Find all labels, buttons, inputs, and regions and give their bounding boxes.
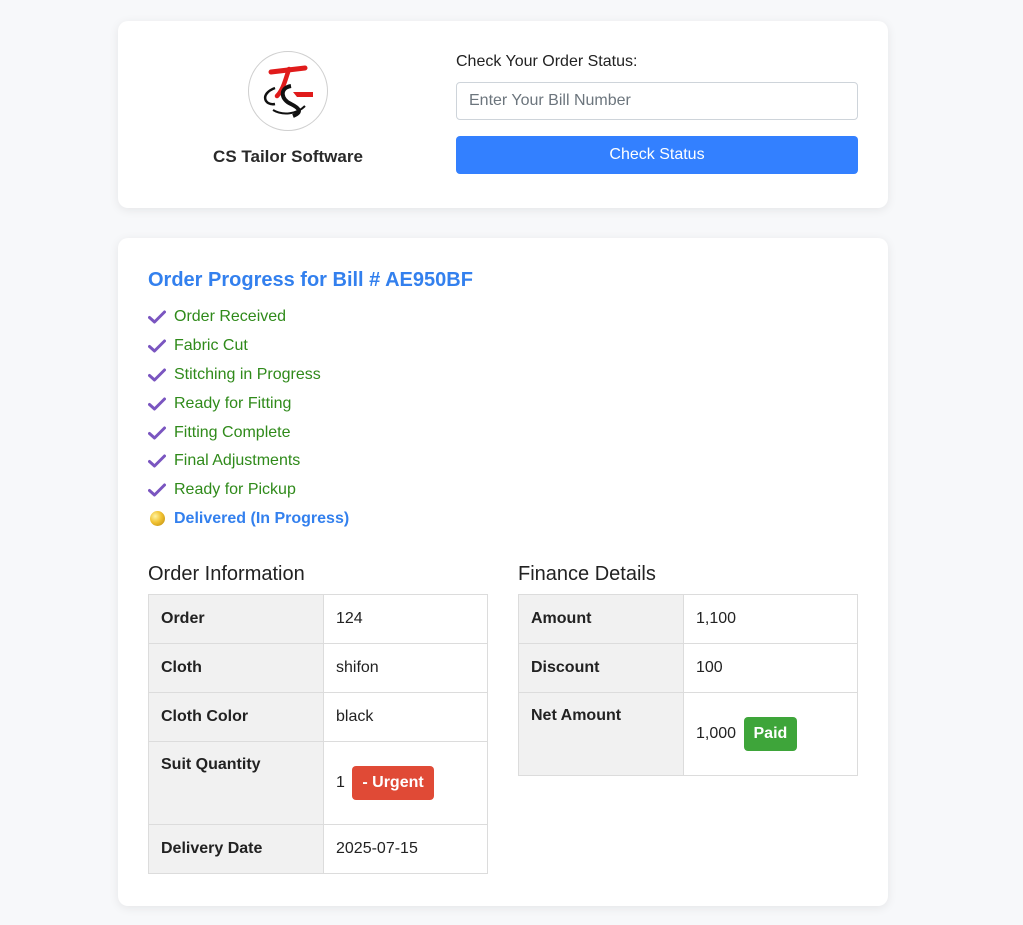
row-key: Cloth Color <box>148 692 324 742</box>
status-form: Check Your Order Status: Check Status <box>456 53 858 174</box>
table-row: Amount 1,100 <box>518 594 858 644</box>
paid-badge: Paid <box>743 717 798 751</box>
logo-icon <box>264 65 313 118</box>
row-value: 124 <box>323 594 488 644</box>
order-info-title: Order Information <box>148 563 305 585</box>
progress-step: Order Received <box>148 303 349 332</box>
row-value: 100 <box>683 643 858 693</box>
order-info-table: Order 124 Cloth shifon Cloth Color black… <box>148 594 488 874</box>
table-row: Delivery Date 2025-07-15 <box>148 824 488 874</box>
row-value: 1,000 <box>696 725 737 743</box>
progress-step: Final Adjustments <box>148 447 349 476</box>
progress-step-current: Delivered (In Progress) <box>148 505 349 534</box>
table-row: Net Amount 1,000 Paid <box>518 692 858 776</box>
row-value: black <box>323 692 488 742</box>
order-details-card: Order Progress for Bill # AE950BF Order … <box>118 238 888 906</box>
row-value: 1,100 <box>683 594 858 644</box>
checkmark-icon <box>148 426 174 440</box>
progress-list: Order Received Fabric Cut Stitching in P… <box>148 303 349 533</box>
row-value: shifon <box>323 643 488 693</box>
checkmark-icon <box>148 483 174 497</box>
status-label: Check Your Order Status: <box>456 53 638 70</box>
progress-step: Ready for Pickup <box>148 476 349 505</box>
brand-block: CS Tailor Software <box>208 51 368 167</box>
checkmark-icon <box>148 397 174 411</box>
row-key: Delivery Date <box>148 824 324 874</box>
progress-step: Ready for Fitting <box>148 389 349 418</box>
row-key: Cloth <box>148 643 324 693</box>
checkmark-icon <box>148 368 174 382</box>
progress-step-label: Final Adjustments <box>174 452 301 470</box>
row-key: Amount <box>518 594 684 644</box>
progress-step: Stitching in Progress <box>148 361 349 390</box>
table-row: Discount 100 <box>518 643 858 693</box>
row-value-cell: 1 - Urgent <box>323 741 488 825</box>
bill-number-input[interactable] <box>456 82 858 120</box>
progress-step-label: Ready for Fitting <box>174 394 292 412</box>
progress-title: Order Progress for Bill # AE950BF <box>148 269 473 291</box>
urgent-badge: - Urgent <box>352 766 434 800</box>
progress-step-label: Ready for Pickup <box>174 481 296 499</box>
finance-table: Amount 1,100 Discount 100 Net Amount 1,0… <box>518 594 858 776</box>
row-value: 2025-07-15 <box>323 824 488 874</box>
row-value-cell: 1,000 Paid <box>683 692 858 776</box>
progress-step-label: Stitching in Progress <box>174 365 321 383</box>
logo <box>248 51 328 131</box>
check-status-button[interactable]: Check Status <box>456 136 858 174</box>
row-key: Order <box>148 594 324 644</box>
row-value: 1 <box>336 774 345 792</box>
table-row: Cloth Color black <box>148 692 488 742</box>
status-check-card: CS Tailor Software Check Your Order Stat… <box>118 21 888 208</box>
checkmark-icon <box>148 454 174 468</box>
checkmark-icon <box>148 310 174 324</box>
brand-name: CS Tailor Software <box>213 147 363 166</box>
finance-title: Finance Details <box>518 563 656 585</box>
table-row: Order 124 <box>148 594 488 644</box>
progress-step-label: Fitting Complete <box>174 423 291 441</box>
progress-step-label: Order Received <box>174 308 287 326</box>
progress-step-label: Fabric Cut <box>174 337 248 355</box>
progress-step: Fitting Complete <box>148 418 349 447</box>
progress-step: Fabric Cut <box>148 332 349 361</box>
row-key: Discount <box>518 643 684 693</box>
progress-step-label: Delivered (In Progress) <box>174 509 350 527</box>
yellow-dot-icon <box>148 511 174 527</box>
checkmark-icon <box>148 339 174 353</box>
row-key: Net Amount <box>518 692 684 776</box>
table-row: Suit Quantity 1 - Urgent <box>148 741 488 825</box>
table-row: Cloth shifon <box>148 643 488 693</box>
row-key: Suit Quantity <box>148 741 324 825</box>
